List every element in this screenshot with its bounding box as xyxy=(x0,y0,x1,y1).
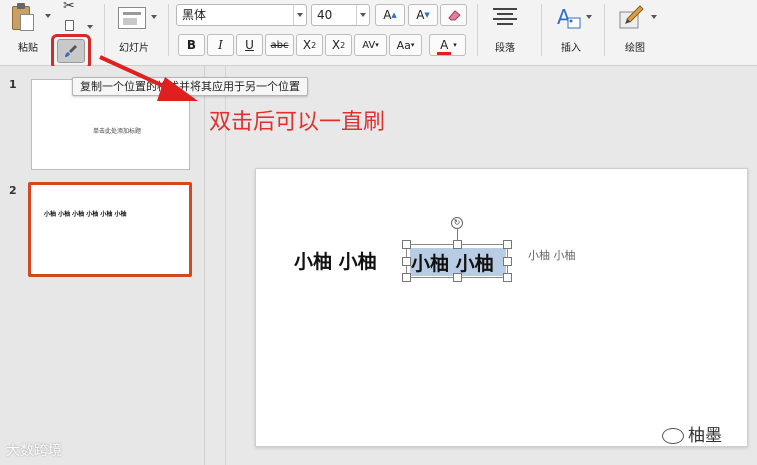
red-arrow-annotation xyxy=(99,55,198,101)
watermark-left: 大数跨境 xyxy=(6,443,62,459)
annotation-text: 双击后可以一直刷 xyxy=(209,110,386,135)
wechat-icon xyxy=(662,428,684,444)
watermark-right: 柚墨 xyxy=(662,421,722,446)
